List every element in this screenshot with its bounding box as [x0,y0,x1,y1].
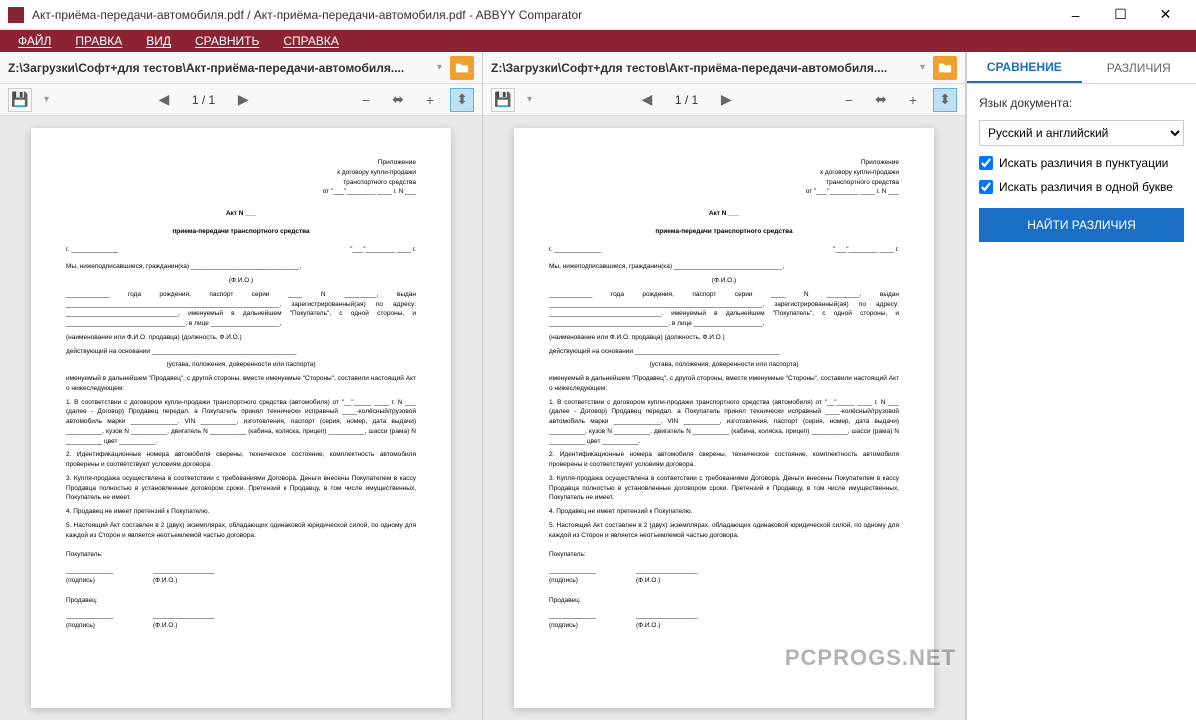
menu-edit[interactable]: ПРАВКА [65,30,132,52]
doc-p1a: (Ф.И.О.) [66,276,416,286]
right-zoom-out-button[interactable]: − [837,88,861,112]
left-zoom-in-button[interactable]: + [418,88,442,112]
right-toolbar: 💾 ▾ ◀ 1 / 1 ▶ − ⬌ + ⬍ [483,84,965,116]
tab-compare[interactable]: СРАВНЕНИЕ [967,52,1082,83]
doc-p4: действующий на основании _______________… [66,347,416,357]
left-open-folder-button[interactable] [450,56,474,80]
doc-p1: Мы, нижеподписавшиеся, гражданин(ка) ___… [66,262,416,272]
doc-city: г. _____________ [66,245,118,255]
doc-sig1: (подпись) [66,577,95,584]
sidebar-tabs: СРАВНЕНИЕ РАЗЛИЧИЯ [967,52,1196,84]
left-fit-page-button[interactable]: ⬍ [450,88,474,112]
doc-p5: именуемый в дальнейшем "Продавец", с дру… [66,374,416,394]
doc-fio2: (Ф.И.О.) [153,622,177,629]
doc-p9: 4. Продавец не имеет претензий к Покупат… [66,507,416,517]
punctuation-checkbox[interactable] [979,156,993,170]
left-doc-header: Z:\Загрузки\Софт+для тестов\Акт-приёма-п… [0,52,482,84]
menu-compare[interactable]: СРАВНИТЬ [185,30,269,52]
left-page: Приложение к договору купли-продажи тран… [31,128,451,708]
left-next-page-button[interactable]: ▶ [231,88,255,112]
right-document-pane: Z:\Загрузки\Софт+для тестов\Акт-приёма-п… [483,52,966,720]
oneletter-label: Искать различия в одной букве [999,180,1173,194]
window-controls: – ☐ ✕ [1053,0,1188,30]
doc-hdr3: транспортного средства [66,178,416,188]
doc-hdr1: Приложение [66,158,416,168]
maximize-button[interactable]: ☐ [1098,0,1143,30]
doc-fio1: (Ф.И.О.) [153,577,177,584]
left-page-indicator: 1 / 1 [184,93,223,107]
left-save-dropdown[interactable]: ▾ [40,92,53,107]
left-zoom-out-button[interactable]: − [354,88,378,112]
find-differences-button[interactable]: НАЙТИ РАЗЛИЧИЯ [979,208,1184,242]
right-prev-page-button[interactable]: ◀ [635,88,659,112]
right-viewer[interactable]: Приложение к договору купли-продажи тран… [483,116,965,720]
left-doc-dropdown[interactable]: ▾ [433,60,446,75]
doc-seller: Продавец: [66,596,416,606]
language-label: Язык документа: [979,96,1184,110]
menu-file[interactable]: ФАЙЛ [8,30,61,52]
right-zoom-in-button[interactable]: + [901,88,925,112]
titlebar: Акт-приёма-передачи-автомобиля.pdf / Акт… [0,0,1196,30]
tab-differences[interactable]: РАЗЛИЧИЯ [1082,52,1196,83]
minimize-button[interactable]: – [1053,0,1098,30]
right-page: Приложение к договору купли-продажи тран… [514,128,934,708]
left-fit-width-button[interactable]: ⬌ [386,88,410,112]
menu-view[interactable]: ВИД [136,30,181,52]
menubar: ФАЙЛ ПРАВКА ВИД СРАВНИТЬ СПРАВКА [0,30,1196,52]
doc-buyer: Покупатель: [66,550,416,560]
left-prev-page-button[interactable]: ◀ [152,88,176,112]
window-title: Акт-приёма-передачи-автомобиля.pdf / Акт… [32,8,1053,22]
punctuation-checkbox-row[interactable]: Искать различия в пунктуации [979,156,1184,170]
left-viewer[interactable]: Приложение к договору купли-продажи тран… [0,116,482,720]
left-save-button[interactable]: 💾 [8,88,32,112]
folder-icon [938,61,952,75]
oneletter-checkbox[interactable] [979,180,993,194]
right-save-button[interactable]: 💾 [491,88,515,112]
right-doc-path: Z:\Загрузки\Софт+для тестов\Акт-приёма-п… [491,61,912,75]
right-doc-header: Z:\Загрузки\Софт+для тестов\Акт-приёма-п… [483,52,965,84]
punctuation-label: Искать различия в пунктуации [999,156,1168,170]
doc-hdr2: к договору купли-продажи [66,168,416,178]
doc-p7: 2. Идентификационные номера автомобиля с… [66,450,416,470]
left-doc-path: Z:\Загрузки\Софт+для тестов\Акт-приёма-п… [8,61,429,75]
doc-p10: 5. Настоящий Акт составлен в 2 (двух) эк… [66,521,416,541]
watermark: PCPROGS.NET [785,645,956,671]
right-next-page-button[interactable]: ▶ [714,88,738,112]
doc-title1: Акт N ___ [66,209,416,219]
sidebar: СРАВНЕНИЕ РАЗЛИЧИЯ Язык документа: Русск… [966,52,1196,720]
doc-sig2: (подпись) [66,622,95,629]
menu-help[interactable]: СПРАВКА [273,30,349,52]
doc-p2: ____________ года рождения, паспорт сери… [66,290,416,329]
close-button[interactable]: ✕ [1143,0,1188,30]
right-fit-width-button[interactable]: ⬌ [869,88,893,112]
folder-icon [455,61,469,75]
right-doc-dropdown[interactable]: ▾ [916,60,929,75]
left-document-pane: Z:\Загрузки\Софт+для тестов\Акт-приёма-п… [0,52,483,720]
content-area: Z:\Загрузки\Софт+для тестов\Акт-приёма-п… [0,52,1196,720]
doc-p6: 1. В соответствии с договором купли-прод… [66,398,416,447]
left-toolbar: 💾 ▾ ◀ 1 / 1 ▶ − ⬌ + ⬍ [0,84,482,116]
doc-hdr4: от "___"________ ____ г. N ___ [66,187,416,197]
doc-p4a: (устава, положения, доверенности или пас… [66,360,416,370]
right-open-folder-button[interactable] [933,56,957,80]
right-save-dropdown[interactable]: ▾ [523,92,536,107]
right-page-indicator: 1 / 1 [667,93,706,107]
sidebar-content: Язык документа: Русский и английский Иск… [967,84,1196,254]
doc-p3: (наименование или Ф.И.О. продавца) (долж… [66,333,416,343]
right-fit-page-button[interactable]: ⬍ [933,88,957,112]
doc-p8: 3. Купля-продажа осуществлена в соответс… [66,474,416,503]
doc-date: "___"________ ____ г. [350,245,416,255]
app-icon [8,7,24,23]
oneletter-checkbox-row[interactable]: Искать различия в одной букве [979,180,1184,194]
doc-title2: приема-передачи транспортного средства [66,227,416,237]
language-select[interactable]: Русский и английский [979,120,1184,146]
